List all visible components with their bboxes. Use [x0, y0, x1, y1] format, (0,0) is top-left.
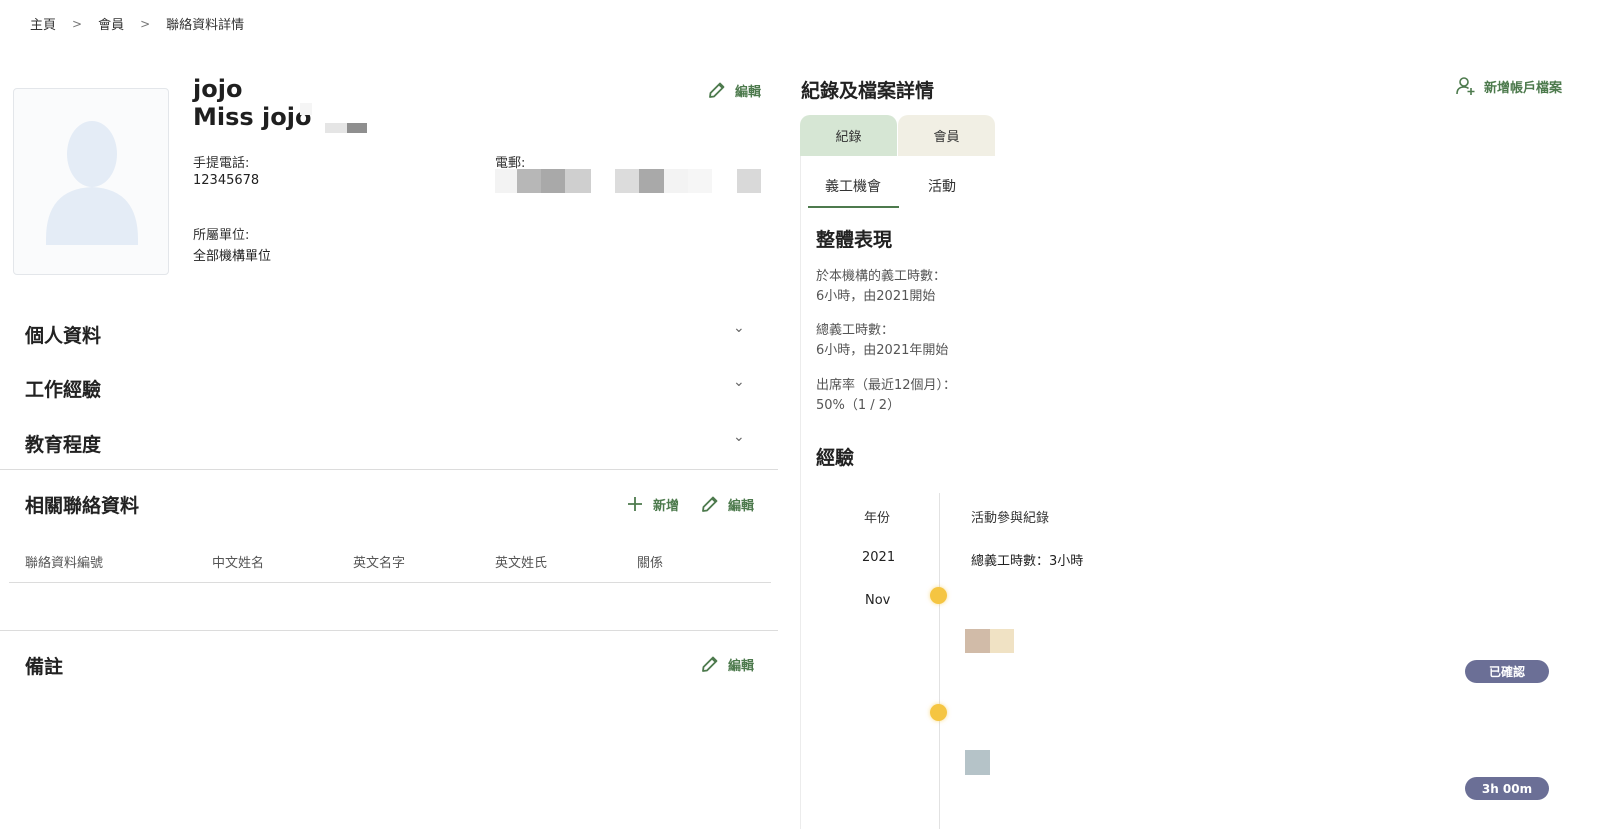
timeline-year-header: 年份 [864, 511, 891, 526]
subtab-activities[interactable]: 活動 [928, 176, 956, 196]
timeline-record-header: 活動參與紀錄 [971, 511, 1050, 526]
section-education[interactable]: 教育程度 [25, 430, 101, 457]
stat-total-hours-value: 6小時，由2021年開始 [816, 343, 949, 358]
full-name: Miss jojo [193, 103, 312, 131]
tab-records[interactable]: 紀錄 [800, 115, 897, 156]
pencil-icon [709, 82, 725, 98]
records-title: 紀錄及檔案詳情 [801, 80, 935, 102]
mobile-label: 手提電話: [193, 156, 250, 171]
section-personal-info[interactable]: 個人資料 [25, 321, 101, 348]
redacted-name [300, 103, 370, 133]
breadcrumb-separator-icon: > [140, 16, 151, 31]
panel-border [800, 156, 801, 829]
column-header-relationship[interactable]: 關係 [637, 552, 663, 571]
add-related-contact-button[interactable]: 新增 [625, 494, 679, 514]
edit-profile-button[interactable]: 編輯 [707, 80, 761, 100]
timeline-dot [930, 587, 947, 604]
breadcrumb-separator-icon: > [72, 16, 83, 31]
redacted-activity-image [965, 629, 990, 653]
pencil-icon [702, 656, 718, 672]
timeline-dot [930, 704, 947, 721]
breadcrumb-home[interactable]: 主頁 [30, 14, 56, 33]
add-account-file-label: 新增帳戶檔案 [1484, 80, 1563, 96]
related-contacts-title: 相關聯絡資料 [25, 495, 140, 517]
column-header-chinese-name[interactable]: 中文姓名 [212, 552, 264, 571]
timeline-line [939, 493, 940, 829]
edit-related-contacts-button[interactable]: 編輯 [700, 494, 754, 514]
subtab-volunteer-opportunities[interactable]: 義工機會 [825, 176, 881, 196]
add-user-icon [1456, 77, 1475, 95]
stat-total-hours-label: 總義工時數： [816, 323, 895, 338]
edit-profile-label: 編輯 [735, 84, 762, 100]
unit-label: 所屬單位: [193, 228, 250, 243]
add-label: 新增 [653, 498, 680, 514]
user-silhouette-icon [46, 121, 138, 245]
divider [0, 630, 778, 631]
breadcrumb-members[interactable]: 會員 [98, 14, 124, 33]
chevron-down-icon[interactable]: ⌄ [733, 429, 745, 445]
redacted-activity-image [965, 750, 990, 775]
mobile-value: 12345678 [193, 173, 260, 188]
stat-org-hours-label: 於本機構的義工時數： [816, 269, 947, 284]
divider [0, 469, 778, 470]
section-work-experience[interactable]: 工作經驗 [25, 375, 101, 402]
column-header-contact-id[interactable]: 聯絡資料編號 [25, 552, 103, 571]
chevron-down-icon[interactable]: ⌄ [733, 374, 745, 390]
avatar [13, 88, 169, 275]
timeline-month: Nov [865, 593, 891, 608]
timeline-year-total: 總義工時數：3小時 [971, 554, 1084, 569]
pencil-icon [702, 496, 718, 512]
column-header-english-first-name[interactable]: 英文名字 [353, 552, 405, 571]
column-header-english-last-name[interactable]: 英文姓氏 [495, 552, 547, 571]
table-header-divider [9, 582, 771, 583]
experience-title: 經驗 [816, 447, 855, 469]
status-badge: 已確認 [1465, 660, 1549, 683]
chevron-down-icon[interactable]: ⌄ [733, 320, 745, 336]
stat-attendance-value: 50%（1 / 2） [816, 398, 901, 413]
edit-label: 編輯 [728, 498, 755, 514]
add-account-file-button[interactable]: 新增帳戶檔案 [1456, 76, 1562, 96]
display-name: jojo [193, 75, 243, 103]
email-value-redacted [495, 169, 765, 193]
remarks-title: 備註 [25, 656, 64, 678]
edit-label: 編輯 [728, 658, 755, 674]
breadcrumb-current: 聯絡資料詳情 [166, 18, 245, 33]
redacted-activity-image [990, 629, 1014, 653]
breadcrumb: 主頁 > 會員 > 聯絡資料詳情 [30, 14, 245, 34]
subtab-active-indicator [808, 206, 899, 208]
overall-performance-title: 整體表現 [816, 229, 893, 251]
edit-remarks-button[interactable]: 編輯 [700, 654, 754, 674]
plus-icon [628, 497, 642, 511]
timeline-year: 2021 [862, 550, 896, 565]
unit-value: 全部機構單位 [193, 249, 272, 264]
hours-badge: 3h 00m [1465, 777, 1549, 800]
tab-membership[interactable]: 會員 [898, 115, 995, 156]
stat-attendance-label: 出席率（最近12個月）： [816, 378, 957, 393]
stat-org-hours-value: 6小時，由2021開始 [816, 289, 936, 304]
